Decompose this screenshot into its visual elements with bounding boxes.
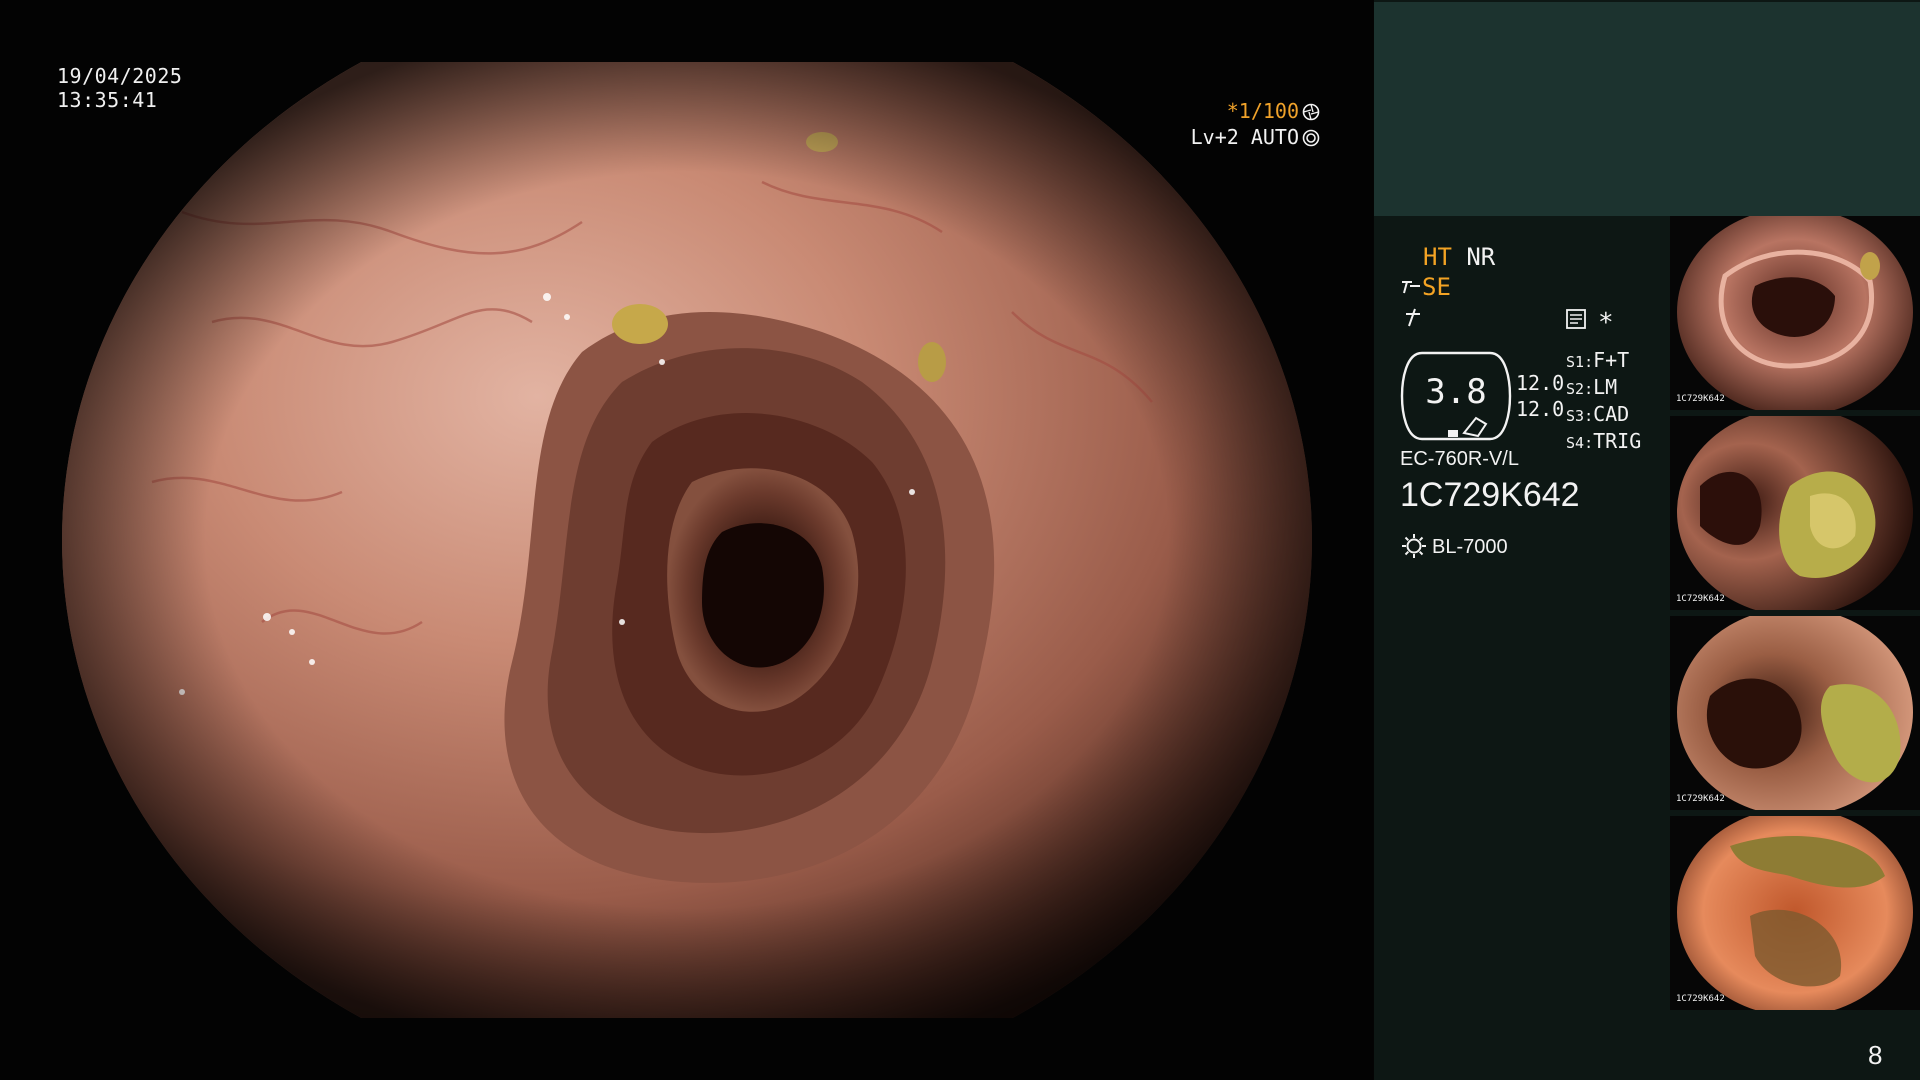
thumbnail-image-3 [1677,616,1913,810]
readout-values: 12.0 12.0 [1516,370,1564,422]
time-text: 13:35:41 [57,88,158,112]
switch-s1: S1:F+T [1566,348,1630,372]
shutter-text: *1/100 [1226,99,1299,123]
nr-label: NR [1466,243,1496,271]
iris-icon [1302,129,1320,147]
zoom-value: 3.8 [1425,372,1487,412]
readout-value-2: 12.0 [1516,397,1565,421]
star-indicator: * [1598,308,1614,338]
readout-value-1: 12.0 [1516,371,1565,395]
switch-assignments: S1:F+T S2:LM S3:CAD S4:TRIG [1566,348,1641,456]
thumbnail-serial-4: 1C729K642 [1676,994,1725,1004]
structure-enhance-icon [1402,281,1420,294]
thumbnail-serial-2: 1C729K642 [1676,594,1725,604]
status-box [1374,2,1920,216]
capture-thumbnail-4[interactable]: 1C729K642 [1670,816,1920,1010]
thumbnail-image-2 [1677,416,1913,610]
endoscope-live-view: 19/04/2025 13:35:41 *1/100 Lv+2 AUTO [0,0,1373,1080]
exposure-overlay: *1/100 Lv+2 AUTO [1180,98,1320,150]
aperture-icon [1302,103,1320,121]
se-indicator: SE [1400,273,1451,301]
scope-serial: 1C729K642 [1400,476,1580,514]
capture-thumbnail-1[interactable]: 1C729K642 [1670,216,1920,410]
date-time: 19/04/2025 13:35:41 [57,64,182,112]
memo-icon [1566,309,1586,329]
scope-model: EC-760R-V/L [1400,448,1519,470]
se-label: SE [1422,273,1451,301]
switch-s2: S2:LM [1566,375,1618,399]
ht-label: HT [1423,243,1452,271]
date-text: 19/04/2025 [57,64,183,88]
thumbnail-serial-3: 1C729K642 [1676,794,1725,804]
shutter-row: *1/100 [1180,98,1320,124]
color-mode-icon [1406,308,1420,327]
colon-lumen-image [62,62,1312,1018]
light-source: BL-7000 [1400,532,1508,560]
thumbnail-image-4 [1677,816,1913,1010]
level-text: Lv+2 AUTO [1190,125,1299,149]
switch-s3: S3:CAD [1566,402,1630,426]
capture-count: 8 [1868,1040,1883,1070]
thumbnail-serial-1: 1C729K642 [1676,394,1725,404]
light-source-label: BL-7000 [1432,536,1508,558]
light-source-icon [1402,534,1426,558]
capture-thumbnail-3[interactable]: 1C729K642 [1670,616,1920,810]
level-row: Lv+2 AUTO [1180,124,1320,150]
ht-nr-indicator: HT NR [1423,243,1495,271]
switch-s4: S4:TRIG [1566,429,1642,453]
thumbnail-image-1 [1677,216,1913,410]
capture-thumbnail-2[interactable]: 1C729K642 [1670,416,1920,610]
